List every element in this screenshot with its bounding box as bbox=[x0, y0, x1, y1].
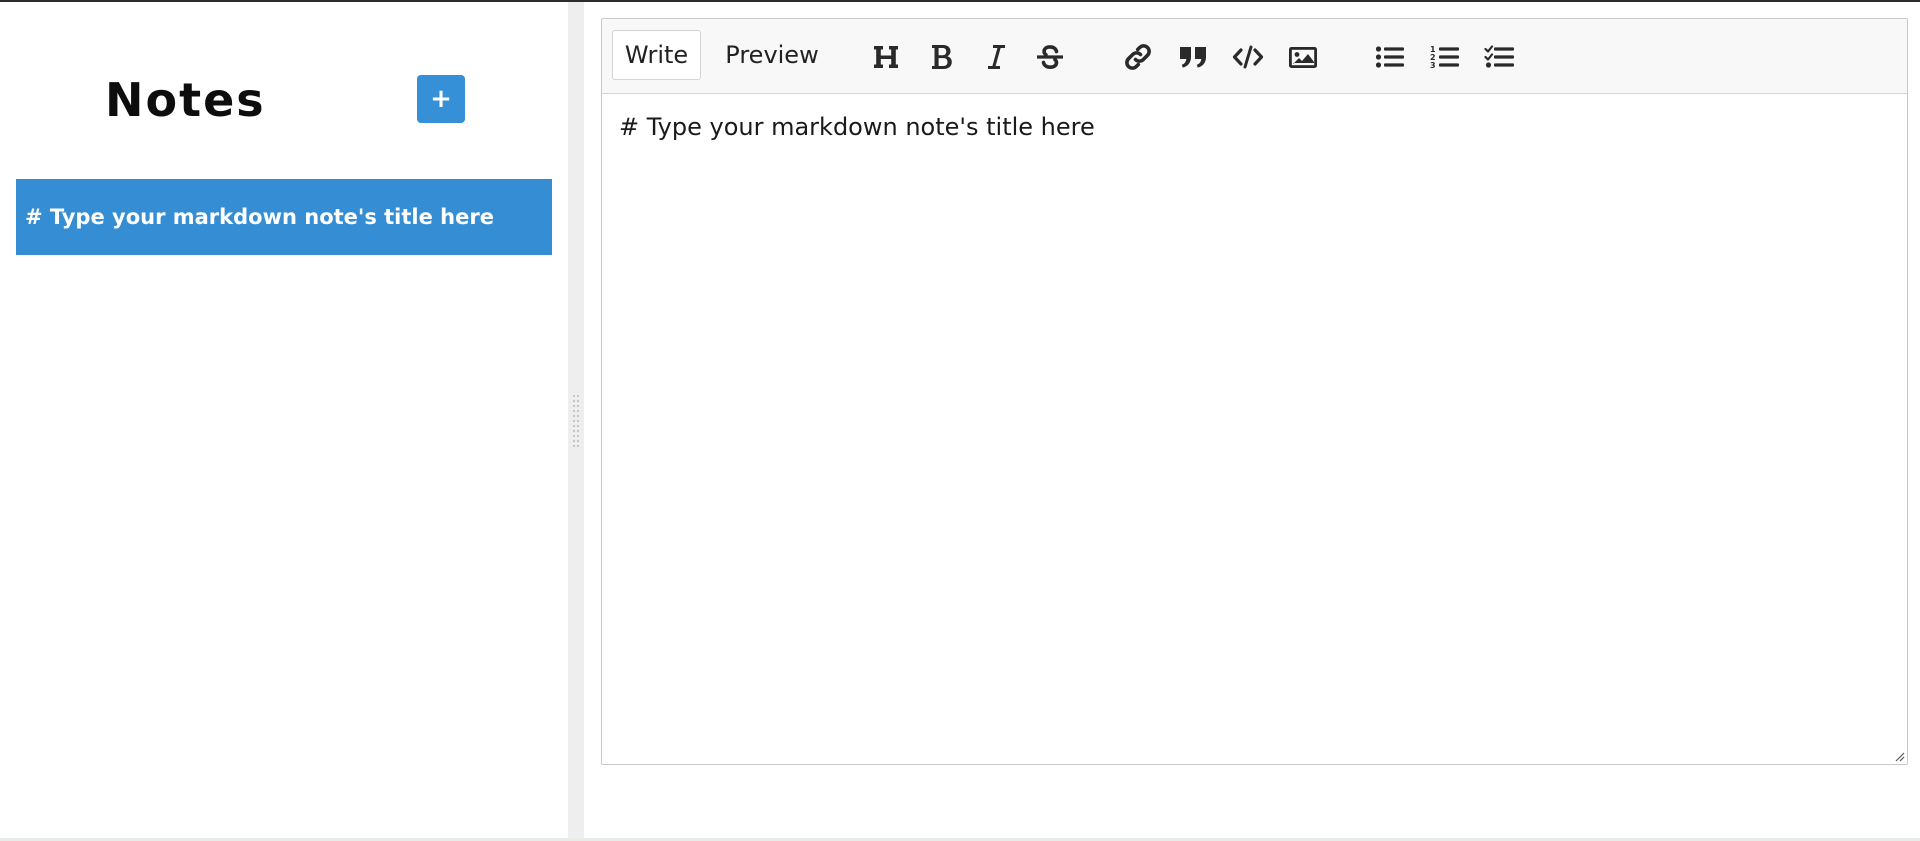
ordered-list-icon: 1 2 3 bbox=[1430, 45, 1459, 70]
image-button[interactable] bbox=[1285, 39, 1321, 75]
header-icon bbox=[874, 46, 898, 68]
code-button[interactable] bbox=[1230, 39, 1266, 75]
ordered-list-button[interactable]: 1 2 3 bbox=[1427, 39, 1463, 75]
notes-sidebar: Notes + # Type your markdown note's titl… bbox=[0, 2, 568, 838]
bold-button[interactable] bbox=[924, 39, 960, 75]
note-list: # Type your markdown note's title here bbox=[16, 179, 552, 255]
header-button[interactable] bbox=[868, 39, 904, 75]
checked-list-icon bbox=[1484, 45, 1514, 68]
markdown-textarea[interactable]: # Type your markdown note's title here bbox=[602, 94, 1907, 764]
tab-preview[interactable]: Preview bbox=[712, 30, 832, 80]
markdown-editor: Write Preview 1 2 3 # Type your markdown… bbox=[601, 18, 1908, 765]
code-icon bbox=[1232, 45, 1264, 69]
strikethrough-button[interactable] bbox=[1032, 39, 1068, 75]
add-note-button[interactable]: + bbox=[417, 75, 465, 123]
link-button[interactable] bbox=[1120, 39, 1156, 75]
checked-list-button[interactable] bbox=[1482, 39, 1518, 75]
strikethrough-icon bbox=[1037, 45, 1063, 70]
bold-icon bbox=[932, 45, 952, 69]
link-icon bbox=[1125, 44, 1151, 70]
note-list-item-selected[interactable]: # Type your markdown note's title here bbox=[16, 179, 552, 255]
image-icon bbox=[1289, 47, 1317, 68]
resize-handle-icon[interactable] bbox=[1893, 750, 1905, 762]
italic-button[interactable] bbox=[978, 39, 1014, 75]
editor-toolbar: Write Preview 1 2 3 bbox=[602, 19, 1907, 94]
sidebar-title: Notes bbox=[105, 73, 266, 127]
quote-icon bbox=[1180, 47, 1206, 68]
pane-splitter[interactable] bbox=[568, 2, 584, 838]
quote-button[interactable] bbox=[1175, 39, 1211, 75]
tab-write[interactable]: Write bbox=[612, 30, 701, 80]
unordered-list-icon bbox=[1375, 46, 1404, 68]
splitter-grip-icon bbox=[573, 395, 579, 451]
svg-text:3: 3 bbox=[1430, 61, 1436, 70]
unordered-list-button[interactable] bbox=[1372, 39, 1408, 75]
italic-icon bbox=[988, 45, 1005, 69]
